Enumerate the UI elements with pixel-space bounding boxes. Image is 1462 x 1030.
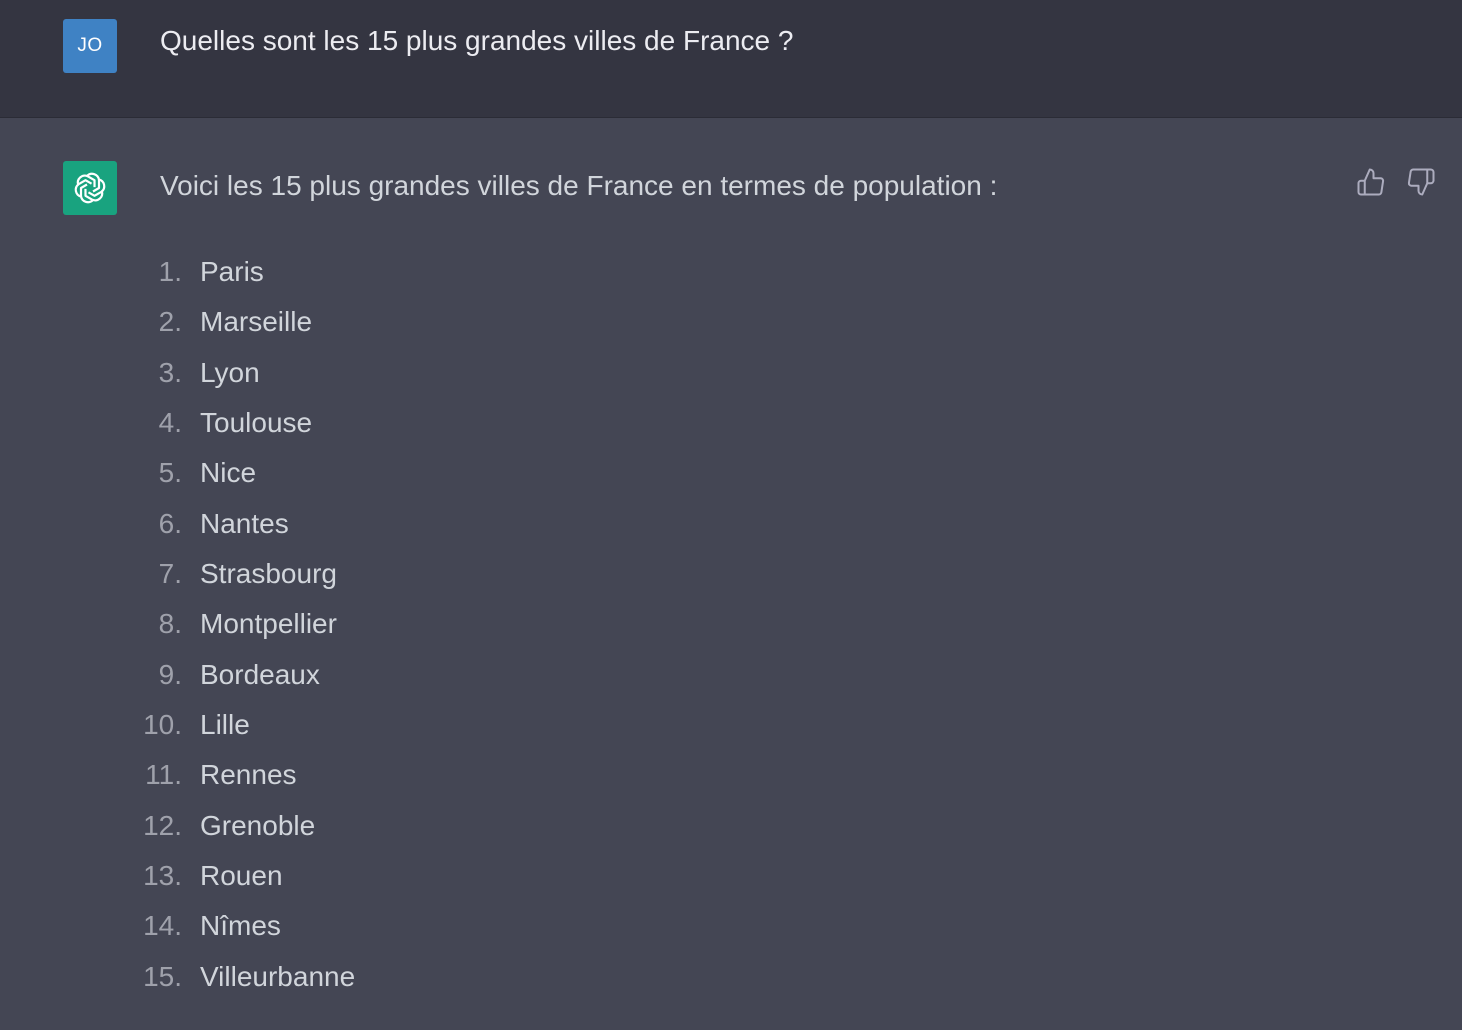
city-name: Nantes — [200, 507, 289, 539]
list-item: 9. Bordeaux — [0, 652, 600, 702]
user-message-text: Quelles sont les 15 plus grandes villes … — [160, 25, 794, 56]
list-number: 1. — [158, 256, 182, 287]
list-item: 3. Lyon — [0, 350, 600, 400]
list-item: 6. Nantes — [0, 501, 600, 551]
city-name: Lille — [200, 709, 250, 741]
list-number: 4. — [158, 407, 182, 439]
list-number: 2. — [158, 306, 182, 338]
list-item: 12. Grenoble — [0, 803, 600, 853]
list-item: 11. Rennes — [0, 752, 600, 802]
list-item: 2. Marseille — [0, 299, 600, 349]
assistant-message-row: Voici les 15 plus grandes villes de Fran… — [0, 118, 1462, 1030]
city-name: Grenoble — [200, 809, 316, 841]
assistant-intro-text: Voici les 15 plus grandes villes de Fran… — [160, 170, 998, 201]
list-number: 3. — [158, 356, 182, 388]
city-name: Marseille — [200, 306, 313, 338]
list-number: 9. — [158, 658, 182, 690]
list-number: 15. — [143, 960, 182, 992]
list-item: 4. Toulouse — [0, 400, 600, 450]
city-list: 1. Paris 2. Marseille 3. Lyon 4. Toulouse 5.… — [0, 249, 600, 1004]
city-name: Rouen — [200, 860, 283, 892]
city-name: Nîmes — [200, 910, 281, 942]
city-name: Strasbourg — [200, 558, 337, 590]
city-name: Montpellier — [200, 608, 337, 640]
user-avatar-initials: JO — [77, 35, 103, 56]
openai-logo-icon — [74, 172, 106, 204]
list-number: 8. — [158, 608, 182, 640]
list-number: 5. — [158, 457, 182, 489]
city-name: Villeurbanne — [200, 960, 356, 992]
list-item: 10. Lille — [0, 702, 600, 752]
city-name: Nice — [200, 457, 257, 489]
thumbs-up-icon — [1357, 168, 1385, 196]
list-number: 14. — [143, 910, 182, 942]
city-name: Bordeaux — [200, 658, 320, 690]
list-number: 6. — [158, 507, 182, 539]
user-message-row: JO Quelles sont les 15 plus grandes vill… — [0, 0, 1462, 118]
list-number: 12. — [143, 809, 182, 841]
list-item: 8. Montpellier — [0, 601, 600, 651]
list-item: 7. Strasbourg — [0, 551, 600, 601]
thumbs-down-icon — [1407, 168, 1435, 196]
city-name: Lyon — [200, 356, 260, 388]
list-item: 13. Rouen — [0, 853, 600, 903]
list-number: 10. — [143, 709, 182, 741]
thumbs-down-button[interactable] — [1405, 166, 1437, 198]
city-name: Rennes — [200, 759, 297, 791]
list-item: 15. Villeurbanne — [0, 954, 600, 1004]
city-name: Paris — [200, 256, 264, 287]
thumbs-up-button[interactable] — [1355, 166, 1387, 198]
user-avatar: JO — [63, 19, 117, 73]
list-item: 14. Nîmes — [0, 903, 600, 953]
list-number: 7. — [158, 558, 182, 590]
list-item: 5. Nice — [0, 450, 600, 500]
list-number: 13. — [143, 860, 182, 892]
list-item: 1. Paris — [0, 249, 600, 299]
list-number: 11. — [145, 759, 182, 791]
city-name: Toulouse — [200, 407, 313, 439]
assistant-avatar — [63, 161, 117, 215]
